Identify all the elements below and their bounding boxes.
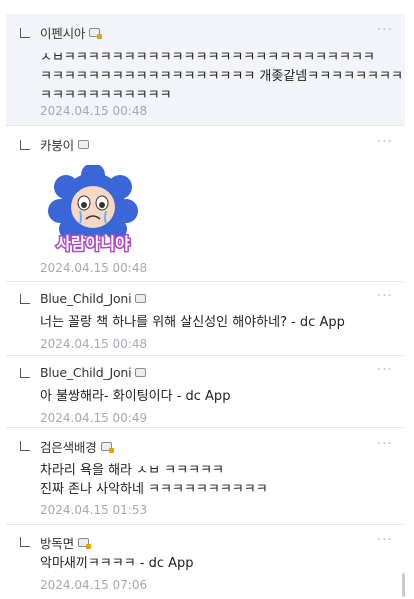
comment-line: ㅋㅋㅋㅋㅋㅋㅋㅋㅋㅋㅋ <box>40 88 172 103</box>
comment-item: Blue_Child_Joni ··· 아 불쌍해라- 화이팅이다 - dc A… <box>6 357 405 428</box>
member-icon <box>77 139 89 149</box>
more-options-icon[interactable]: ··· <box>377 532 393 548</box>
reply-arrow-icon <box>20 28 30 38</box>
comment-text: 아 불쌍해라- 화이팅이다 - dc App <box>40 387 395 406</box>
more-options-icon[interactable]: ··· <box>377 134 393 150</box>
comment-text: 너는 꼴랑 책 하나를 위해 살신성인 해야하네? - dc App <box>40 313 395 332</box>
comment-text: 악마새끼ㅋㅋㅋㅋ - dc App <box>40 554 395 573</box>
reply-arrow-icon <box>20 537 30 547</box>
comment-line: 악마새끼ㅋㅋㅋㅋ - dc App <box>40 556 194 571</box>
comment-date: 2024.04.15 00:48 <box>40 261 148 275</box>
reply-arrow-icon <box>20 368 30 378</box>
more-options-icon[interactable]: ··· <box>377 288 393 304</box>
more-options-icon[interactable]: ··· <box>377 362 393 378</box>
member-icon <box>135 367 147 377</box>
comment-author[interactable]: Blue_Child_Joni <box>40 291 132 306</box>
comment-date: 2024.04.15 00:48 <box>40 104 148 118</box>
comment-line: 차라리 욕을 해라 ㅅㅂ ㅋㅋㅋㅋㅋ <box>40 463 224 478</box>
scrollbar[interactable] <box>402 573 405 597</box>
comment-author[interactable]: Blue_Child_Joni <box>40 365 132 380</box>
reply-arrow-icon <box>20 294 30 304</box>
sticker-text: 사람아니야 <box>56 234 130 253</box>
comment-text: ㅅㅂㅋㅋㅋㅋㅋㅋㅋㅋㅋㅋㅋㅋㅋㅋㅋㅋㅋㅋㅋㅋㅋㅋㅋㅋㅋㅋ ㅋㅋㅋㅋㅋㅋㅋㅋㅋㅋㅋ… <box>40 48 403 105</box>
comment-item: 이펜시아 ··· ㅅㅂㅋㅋㅋㅋㅋㅋㅋㅋㅋㅋㅋㅋㅋㅋㅋㅋㅋㅋㅋㅋㅋㅋㅋㅋㅋㅋ ㅋㅋ… <box>6 14 405 126</box>
comment-line: ㅅㅂㅋㅋㅋㅋㅋㅋㅋㅋㅋㅋㅋㅋㅋㅋㅋㅋㅋㅋㅋㅋㅋㅋㅋㅋㅋㅋ <box>40 50 375 65</box>
gallery-member-icon <box>100 441 114 453</box>
comment-line: ㅋㅋㅋㅋㅋㅋㅋㅋㅋㅋㅋㅋㅋㅋㅋㅋㅋㅋ 개좆같넴ㅋㅋㅋㅋㅋㅋㅋㅋ <box>40 69 403 84</box>
more-options-icon[interactable]: ··· <box>377 22 393 38</box>
comment-text: 차라리 욕을 해라 ㅅㅂ ㅋㅋㅋㅋㅋ 진짜 존나 사악하네 ㅋㅋㅋㅋㅋㅋㅋㅋㅋㅋ <box>40 461 395 499</box>
dccon-sticker: 사람아니야 <box>48 165 138 255</box>
comment-date: 2024.04.15 00:48 <box>40 337 148 351</box>
comment-line: 아 불쌍해라- 화이팅이다 - dc App <box>40 389 231 404</box>
comment-item: 카붕이 ··· 사람아니야 2024.04.15 00:48 <box>6 127 405 282</box>
comment-date: 2024.04.15 01:53 <box>40 503 148 517</box>
comment-item: Blue_Child_Joni ··· 너는 꼴랑 책 하나를 위해 살신성인 … <box>6 283 405 356</box>
comment-author[interactable]: 이펜시아 <box>40 23 85 42</box>
comment-author[interactable]: 방독면 <box>40 533 74 552</box>
comment-item: 검은색배경 ··· 차라리 욕을 해라 ㅅㅂ ㅋㅋㅋㅋㅋ 진짜 존나 사악하네 … <box>6 429 405 525</box>
comment-author[interactable]: 검은색배경 <box>40 437 97 456</box>
gallery-member-icon <box>77 537 91 549</box>
comment-line: 너는 꼴랑 책 하나를 위해 살신성인 해야하네? - dc App <box>40 315 345 330</box>
comment-list: 이펜시아 ··· ㅅㅂㅋㅋㅋㅋㅋㅋㅋㅋㅋㅋㅋㅋㅋㅋㅋㅋㅋㅋㅋㅋㅋㅋㅋㅋㅋㅋ ㅋㅋ… <box>0 0 414 599</box>
comment-date: 2024.04.15 00:49 <box>40 411 148 425</box>
comment-line: 진짜 존나 사악하네 ㅋㅋㅋㅋㅋㅋㅋㅋㅋㅋ <box>40 482 268 497</box>
member-icon <box>135 293 147 303</box>
gallery-member-icon <box>89 27 103 39</box>
reply-arrow-icon <box>20 140 30 150</box>
reply-arrow-icon <box>20 441 30 451</box>
comment-author[interactable]: 카붕이 <box>40 135 74 154</box>
more-options-icon[interactable]: ··· <box>377 436 393 452</box>
comment-item: 방독면 ··· 악마새끼ㅋㅋㅋㅋ - dc App 2024.04.15 07:… <box>6 526 405 599</box>
comment-date: 2024.04.15 07:06 <box>40 578 148 592</box>
